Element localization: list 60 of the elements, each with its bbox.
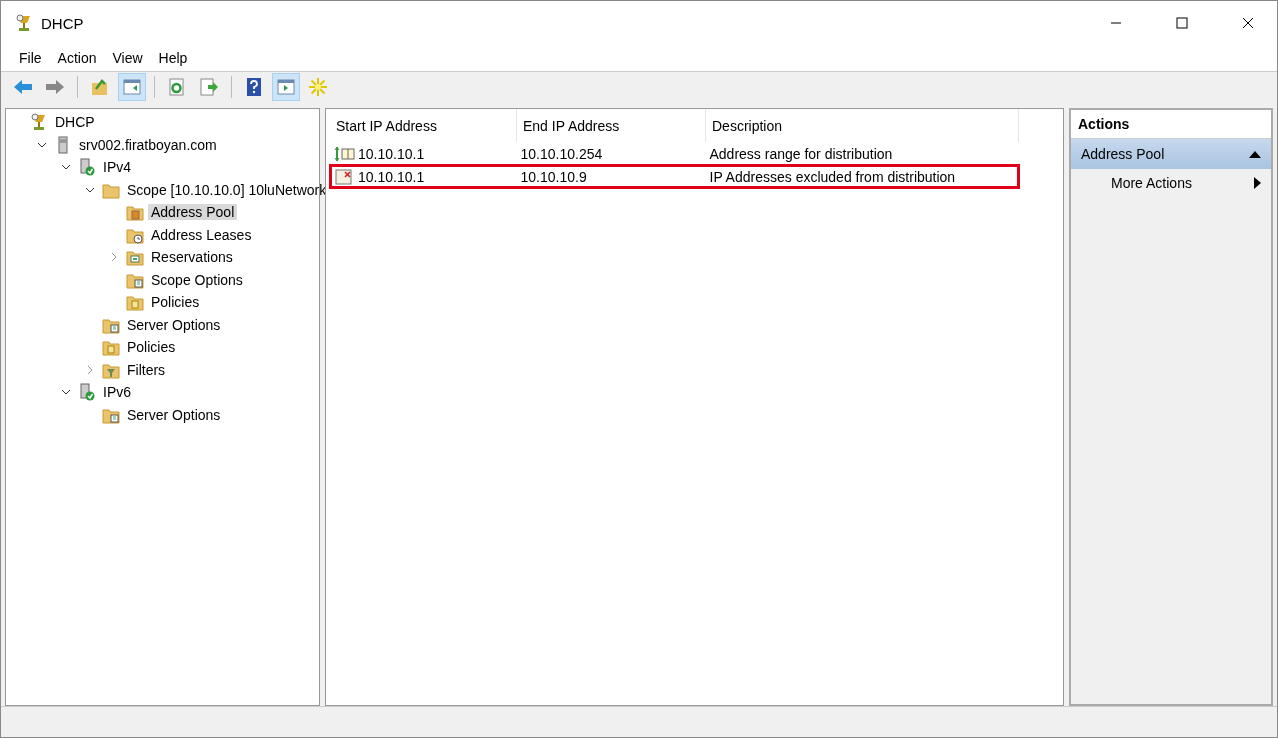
menu-item[interactable]: Help: [150, 50, 196, 66]
table-cell: IP Addresses excluded from distribution: [709, 168, 956, 185]
export-icon: [199, 77, 219, 97]
actions-section[interactable]: Address Pool: [1071, 139, 1271, 169]
tree-item[interactable]: Filters: [124, 361, 169, 378]
chevron-right-icon[interactable]: [85, 364, 95, 375]
star-icon: [308, 77, 328, 97]
tree-item[interactable]: IPv4: [100, 159, 134, 176]
menu-item[interactable]: Action: [49, 50, 105, 66]
caret-right-icon: [1254, 177, 1261, 189]
tree-item[interactable]: DHCP: [52, 114, 98, 131]
show-actions-button[interactable]: [272, 73, 300, 101]
root-icon: [15, 14, 33, 32]
help-icon: [244, 77, 264, 97]
tree-item[interactable]: Server Options: [124, 406, 224, 423]
show-tree-button[interactable]: [118, 73, 146, 101]
tree-item[interactable]: srv002.firatboyan.com: [76, 136, 220, 153]
tree-item[interactable]: Reservations: [148, 249, 236, 266]
column-header[interactable]: Description: [705, 109, 1019, 142]
range-icon: [334, 145, 356, 162]
tree-item[interactable]: Address Leases: [148, 226, 255, 243]
policies-icon: [126, 293, 144, 312]
column-header[interactable]: Start IP Address: [330, 109, 517, 142]
column-header[interactable]: End IP Address: [516, 109, 706, 142]
tree-item[interactable]: Server Options: [124, 316, 224, 333]
root-icon: [30, 113, 48, 132]
chevron-right-icon[interactable]: [109, 252, 119, 263]
policies-icon: [102, 338, 120, 357]
pool-icon: [126, 203, 144, 222]
tree-item[interactable]: Scope [10.10.10.0] 10luNetwork: [124, 181, 330, 198]
table-cell: 10.10.10.254: [520, 145, 603, 162]
protocol-icon: [78, 158, 96, 177]
maximize-icon: [1176, 17, 1188, 29]
protocol-icon: [78, 383, 96, 402]
menu-item[interactable]: File: [11, 50, 50, 66]
menu-item[interactable]: View: [104, 50, 151, 66]
reservations-icon: [126, 248, 144, 267]
tree-item[interactable]: Policies: [124, 339, 179, 356]
up-icon: [90, 77, 110, 97]
back-icon: [13, 77, 33, 97]
close-icon: [1242, 17, 1254, 29]
show-actions-icon: [276, 77, 296, 97]
table-cell: 10.10.10.1: [358, 145, 425, 162]
actions-header: Actions: [1071, 110, 1271, 139]
table-row[interactable]: 10.10.10.1 10.10.10.9 IP Addresses excluded from distribution: [330, 165, 1019, 188]
table-row[interactable]: 10.10.10.1 10.10.10.254 Address range for distribution: [330, 142, 1019, 165]
tree-item[interactable]: Address Pool: [148, 204, 238, 221]
table-cell: Address range for distribution: [709, 145, 893, 162]
tree-item[interactable]: Policies: [148, 294, 203, 311]
forward-icon: [45, 77, 65, 97]
table-cell: 10.10.10.1: [358, 168, 425, 185]
collapse-icon: [1249, 150, 1261, 158]
section-title: Address Pool: [1081, 146, 1165, 162]
refresh-icon: [167, 77, 187, 97]
show-tree-icon: [122, 77, 142, 97]
action-item[interactable]: More Actions: [1071, 169, 1271, 197]
window-title: DHCP: [41, 14, 85, 32]
table-cell: 10.10.10.9: [520, 168, 587, 185]
tree-item[interactable]: IPv6: [100, 384, 134, 401]
tree-item[interactable]: Scope Options: [148, 271, 246, 288]
